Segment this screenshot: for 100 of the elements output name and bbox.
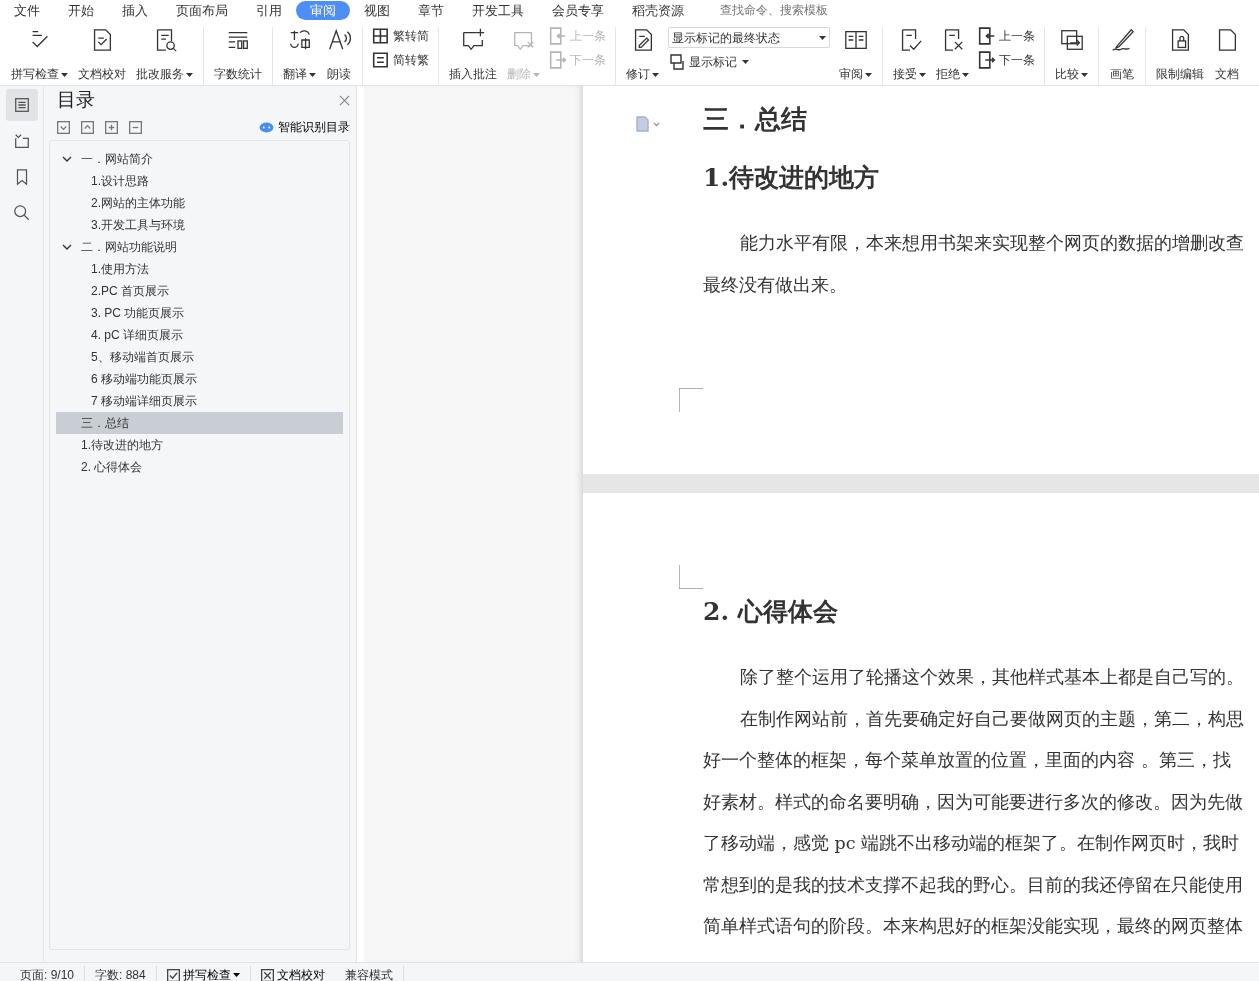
compatibility-mode-label: 兼容模式 <box>334 966 404 981</box>
document-icon <box>635 116 661 132</box>
close-icon <box>339 94 350 106</box>
toolbar-button[interactable]: 翻译 <box>278 27 321 83</box>
close-button[interactable] <box>339 94 350 106</box>
outline-icon <box>12 96 31 114</box>
toolbar-button[interactable]: 审阅 <box>834 27 877 83</box>
outline-item[interactable]: 7 移动端详细页展示 <box>56 390 343 412</box>
toolbar-button[interactable]: 比较 <box>1050 27 1093 83</box>
outline-item[interactable]: 三．总结 <box>56 412 343 434</box>
file-menu[interactable]: 文件 <box>0 0 54 20</box>
toolbar-button[interactable]: 批改服务 <box>131 27 198 83</box>
caret-icon <box>652 72 659 77</box>
ribbon-tab[interactable]: 引用 <box>242 0 296 20</box>
section-title: 三．总结 <box>703 104 808 136</box>
collapse-level-button[interactable] <box>129 120 142 134</box>
toolbar-button[interactable]: 限制编辑 <box>1151 27 1209 83</box>
outline-item[interactable]: 一．网站简介 <box>56 148 343 170</box>
body-text-line: 好素材。样式的命名要明确，因为可能要进行多次的修改。因为先做 <box>703 790 1243 814</box>
caret-icon <box>865 72 872 77</box>
caret-icon <box>533 72 540 77</box>
body-text-line: 在制作网站前，首先要确定好自己要做网页的主题，第二，构思 <box>739 707 1244 731</box>
collapse-all-button[interactable] <box>57 120 70 134</box>
ribbon-tab[interactable]: 会员专享 <box>538 0 618 20</box>
page-counter: 页面: 9/10 <box>10 966 86 981</box>
body-text-line: 好一个整体的框架，每个菜单放置的位置，里面的内容 。第三，找 <box>703 749 1231 772</box>
toolbar-button[interactable]: 字数统计 <box>209 27 267 83</box>
markup-dropdown[interactable]: 显示标记的最终状态 <box>668 27 830 48</box>
toolbar-button[interactable]: 修订 <box>621 27 664 83</box>
caret-icon <box>819 35 826 40</box>
ribbon-tab[interactable]: 开始 <box>54 0 108 20</box>
next-icon <box>549 51 567 69</box>
outline-item[interactable]: 1.使用方法 <box>56 258 343 280</box>
caret-icon <box>186 72 193 77</box>
previous-icon <box>978 27 996 45</box>
chevron-icon <box>62 242 72 252</box>
search-field[interactable]: 查找命令、搜索模板 <box>718 0 868 20</box>
expand-all-button[interactable] <box>81 120 94 134</box>
corner-mark <box>679 388 703 412</box>
panel-title: 目录 <box>57 87 95 112</box>
outline-item[interactable]: 2. 心得体会 <box>56 456 343 478</box>
outline-item[interactable]: 3. PC 功能页展示 <box>56 302 343 324</box>
compare-icon <box>1058 27 1085 53</box>
toolbar-button[interactable]: 简转繁 <box>372 51 429 69</box>
caret-icon <box>232 973 240 977</box>
ribbon-tab[interactable]: 视图 <box>350 0 404 20</box>
spell-check-button[interactable]: 拼写检查 <box>182 966 240 981</box>
toolbar-button[interactable]: 文档 <box>1209 27 1245 83</box>
chapter-icon <box>12 132 31 150</box>
caret-icon <box>309 72 316 77</box>
ribbon-tab[interactable]: 插入 <box>108 0 162 20</box>
bot-icon <box>259 121 274 133</box>
ribbon-tab[interactable]: 页面布局 <box>162 0 242 20</box>
outline-item[interactable]: 6 移动端功能页展示 <box>56 368 343 390</box>
word-count: 字数: 884 <box>85 966 157 981</box>
sidebar-tab[interactable] <box>5 89 38 121</box>
caret-icon <box>1081 72 1088 77</box>
checkbox[interactable] <box>166 968 180 981</box>
toolbar-button[interactable]: 插入批注 <box>444 27 502 83</box>
toolbar-button[interactable]: 接受 <box>888 27 931 83</box>
body-text-line: 最终没有做出来。 <box>703 273 847 297</box>
toolbar-button[interactable]: 拼写检查 <box>6 27 73 83</box>
ribbon-tab[interactable]: 章节 <box>404 0 458 20</box>
proofread-button[interactable]: 文档校对 <box>250 966 335 981</box>
outline-item[interactable]: 3.开发工具与环境 <box>56 214 343 236</box>
markup-icon <box>668 53 686 71</box>
outline-item[interactable]: 2.网站的主体功能 <box>56 192 343 214</box>
ribbon-tab[interactable]: 稻壳资源 <box>618 0 698 20</box>
expand-level-button[interactable] <box>105 120 118 134</box>
caret-icon <box>919 72 926 77</box>
comment-plus-icon <box>460 27 486 53</box>
body-text-line: 能力水平有限，本来想用书架来实现整个网页的数据的增删改查 <box>739 232 1244 256</box>
outline-item[interactable]: 5、移动端首页展示 <box>56 346 343 368</box>
smart-toc-button[interactable]: 智能识别目录 <box>259 118 350 136</box>
toolbar-button[interactable]: 朗读 <box>321 27 357 83</box>
search-icon <box>12 204 31 222</box>
toolbar-button[interactable]: 拒绝 <box>931 27 974 83</box>
caret-icon <box>962 72 969 77</box>
body-text-line: 除了整个运用了轮播这个效果，其他样式基本上都是自己写的。 <box>739 666 1244 689</box>
previous-icon <box>549 27 567 45</box>
proofread-icon <box>260 968 274 981</box>
toolbar-button[interactable]: 显示标记 <box>668 53 830 71</box>
body-text-line: 简单样式语句的阶段。本来构思好的框架没能实现，最终的网页整体 <box>703 915 1243 938</box>
convert-simplified-icon <box>372 51 390 69</box>
toolbar-button[interactable]: 下一条 <box>978 51 1035 69</box>
body-text-line: 常想到的是我的技术支撑不起我的野心。目前的我还停留在只能使用 <box>703 873 1243 897</box>
ribbon-tab[interactable]: 开发工具 <box>458 0 538 20</box>
toolbar-button[interactable]: 文档校对 <box>73 27 131 83</box>
outline-item[interactable]: 1.待改进的地方 <box>56 434 343 456</box>
outline-item[interactable]: 4. pC 详细页展示 <box>56 324 343 346</box>
outline-item[interactable]: 1.设计思路 <box>56 170 343 192</box>
outline-item[interactable]: 2.PC 首页展示 <box>56 280 343 302</box>
convert-traditional-icon <box>372 27 390 45</box>
toolbar-button[interactable]: 画笔 <box>1104 27 1140 83</box>
section-heading: 1.待改进的地方 <box>703 163 881 194</box>
outline-item[interactable]: 二．网站功能说明 <box>56 236 343 258</box>
next-icon <box>978 51 996 69</box>
toolbar-button[interactable]: 繁转简 <box>372 27 429 45</box>
corner-mark <box>679 565 703 589</box>
toolbar-button[interactable]: 上一条 <box>978 27 1035 45</box>
